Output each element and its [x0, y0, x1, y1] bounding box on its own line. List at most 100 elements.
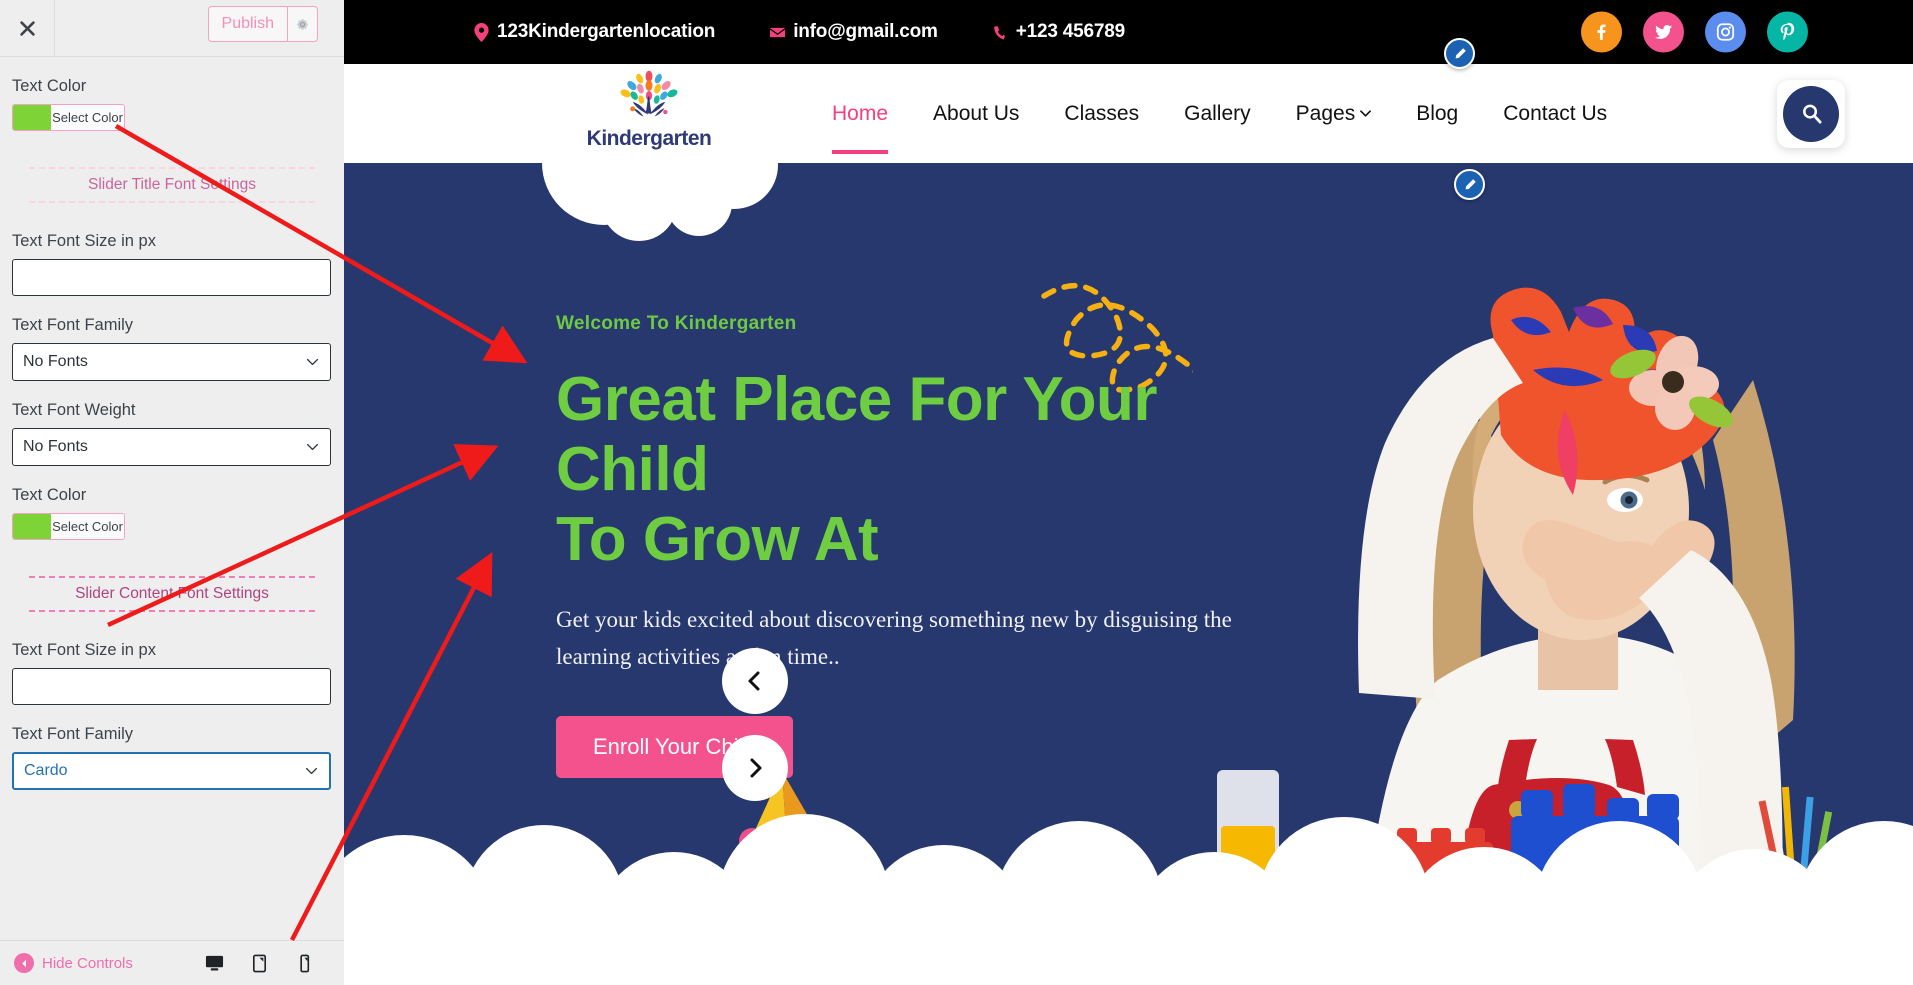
- logo-text: Kindergarten: [586, 126, 712, 150]
- customizer-controls: Text Color Select Color Slider Title Fon…: [0, 57, 344, 940]
- hide-controls-button[interactable]: Hide Controls: [14, 953, 133, 973]
- contact-phone-text: +123 456789: [1015, 21, 1125, 42]
- contact-location-text: 123Kindergartenlocation: [497, 21, 716, 42]
- hero-subtitle: Get your kids excited about discovering …: [556, 607, 1232, 670]
- nav-label: About Us: [933, 101, 1020, 125]
- select-value: No Fonts: [23, 353, 88, 370]
- contact-info-group: 123Kindergartenlocation info@gmail.com +…: [474, 21, 1125, 43]
- chevron-down-icon: [306, 358, 319, 366]
- pinterest-icon[interactable]: [1767, 11, 1808, 53]
- desktop-icon[interactable]: [205, 954, 224, 973]
- search-icon: [1783, 85, 1839, 142]
- control-content-font-family: Text Font Family Cardo: [12, 725, 332, 790]
- chevron-left-icon: [748, 671, 760, 691]
- hide-controls-label: Hide Controls: [42, 954, 133, 972]
- mobile-icon-glyph: [300, 954, 310, 972]
- nav-label: Pages: [1295, 101, 1356, 125]
- customizer-app: Publish Text Color Select Color Slider T…: [0, 0, 1913, 985]
- hero-title-line-1: Great Place For Your Child: [556, 365, 1158, 505]
- nav-item-home[interactable]: Home: [832, 74, 889, 154]
- close-icon[interactable]: [0, 0, 55, 56]
- hero-content: Welcome To Kindergarten Great Place For …: [556, 313, 1316, 778]
- mobile-icon[interactable]: [295, 954, 314, 973]
- nav-item-blog[interactable]: Blog: [1416, 74, 1458, 154]
- pencil-icon-glyph: [1465, 178, 1476, 189]
- map-marker-icon-glyph: [474, 22, 489, 42]
- color-swatch: [13, 105, 51, 130]
- gear-icon[interactable]: [288, 6, 318, 43]
- publish-button[interactable]: Publish: [207, 6, 288, 43]
- select-value: Cardo: [24, 762, 68, 779]
- nav-item-classes[interactable]: Classes: [1064, 74, 1139, 154]
- desktop-icon-glyph: [205, 955, 224, 971]
- twitter-icon[interactable]: [1643, 11, 1684, 53]
- section-divider-title: Slider Content Font Settings: [75, 585, 269, 602]
- search-icon-glyph: [1802, 104, 1822, 124]
- search-button[interactable]: [1777, 79, 1845, 148]
- nav-item-pages[interactable]: Pages: [1296, 74, 1372, 154]
- tablet-icon-glyph: [252, 954, 267, 972]
- contact-location[interactable]: 123Kindergartenlocation: [474, 21, 715, 43]
- site-header: Kindergarten Home About Us Classes Galle…: [344, 64, 1913, 200]
- chevron-down-icon: [305, 767, 318, 775]
- facebook-icon[interactable]: [1581, 11, 1622, 53]
- envelope-icon-glyph: [770, 27, 786, 37]
- publish-group: Publish: [207, 6, 318, 43]
- chevron-down-icon: [306, 443, 319, 451]
- title-font-weight-select[interactable]: No Fonts: [12, 428, 331, 466]
- nav-label: Contact Us: [1503, 101, 1608, 125]
- contact-phone[interactable]: +123 456789: [993, 21, 1125, 43]
- gear-icon-glyph: [297, 18, 308, 30]
- chevron-down-icon: [1360, 110, 1372, 117]
- pencil-icon-glyph: [1455, 47, 1466, 58]
- customizer-sidebar: Publish Text Color Select Color Slider T…: [0, 0, 344, 985]
- tree-logo-icon: [620, 70, 678, 117]
- title-font-size-input[interactable]: [12, 259, 331, 296]
- caret-left-icon: [14, 953, 34, 973]
- nav-item-about-us[interactable]: About Us: [933, 74, 1019, 154]
- control-label: Text Font Size in px: [12, 641, 156, 659]
- instagram-icon[interactable]: [1705, 11, 1746, 53]
- nav-label: Classes: [1064, 101, 1140, 125]
- content-font-family-select[interactable]: Cardo: [12, 752, 331, 790]
- small-pink-dot-decoration: [739, 828, 765, 854]
- control-label: Text Font Size in px: [12, 232, 156, 250]
- control-title-font-weight: Text Font Weight No Fonts: [12, 401, 332, 466]
- slider-next-button[interactable]: [722, 735, 788, 801]
- edit-nav-pencil-icon[interactable]: [1454, 169, 1485, 200]
- section-divider-title: Slider Title Font Settings: [88, 176, 256, 193]
- hero-eyebrow: Welcome To Kindergarten: [556, 313, 797, 334]
- control-title-font-family: Text Font Family No Fonts: [12, 316, 332, 381]
- tablet-icon[interactable]: [250, 954, 269, 973]
- contact-email[interactable]: info@gmail.com: [770, 21, 938, 43]
- control-text-color-2: Text Color Select Color: [12, 486, 332, 540]
- hero-title-line-2: To Grow At: [556, 505, 879, 575]
- map-marker-icon: [474, 22, 489, 42]
- select-color-label: Select Color: [51, 105, 124, 130]
- customizer-topbar: Publish: [0, 0, 344, 57]
- twitter-icon-glyph: [1654, 25, 1673, 39]
- nav-item-gallery[interactable]: Gallery: [1184, 74, 1251, 154]
- cloud-decoration-top: [542, 163, 778, 241]
- color-swatch: [13, 514, 51, 539]
- edit-topbar-pencil-icon[interactable]: [1444, 38, 1475, 69]
- site-logo[interactable]: Kindergarten: [587, 70, 712, 158]
- site-topbar: 123Kindergartenlocation info@gmail.com +…: [344, 0, 1913, 69]
- nav-item-contact-us[interactable]: Contact Us: [1503, 74, 1607, 154]
- content-font-size-input[interactable]: [12, 668, 331, 705]
- control-content-font-size: Text Font Size in px: [12, 641, 332, 705]
- facebook-icon-glyph: [1597, 24, 1606, 40]
- control-label: Text Color: [12, 486, 87, 504]
- select-color-button[interactable]: Select Color: [12, 513, 125, 540]
- nav-label: Blog: [1416, 101, 1459, 125]
- select-value: No Fonts: [23, 438, 88, 455]
- main-nav: Home About Us Classes Gallery Pages Blog…: [832, 74, 1607, 154]
- pinterest-icon-glyph: [1780, 22, 1795, 41]
- slider-prev-button[interactable]: [722, 648, 788, 714]
- divider-line-bottom: [29, 201, 315, 203]
- contact-email-text: info@gmail.com: [793, 21, 938, 42]
- pink-ball-decoration: [735, 836, 795, 896]
- select-color-button[interactable]: Select Color: [12, 104, 125, 131]
- title-font-family-select[interactable]: No Fonts: [12, 343, 331, 381]
- control-title-font-size: Text Font Size in px: [12, 232, 332, 296]
